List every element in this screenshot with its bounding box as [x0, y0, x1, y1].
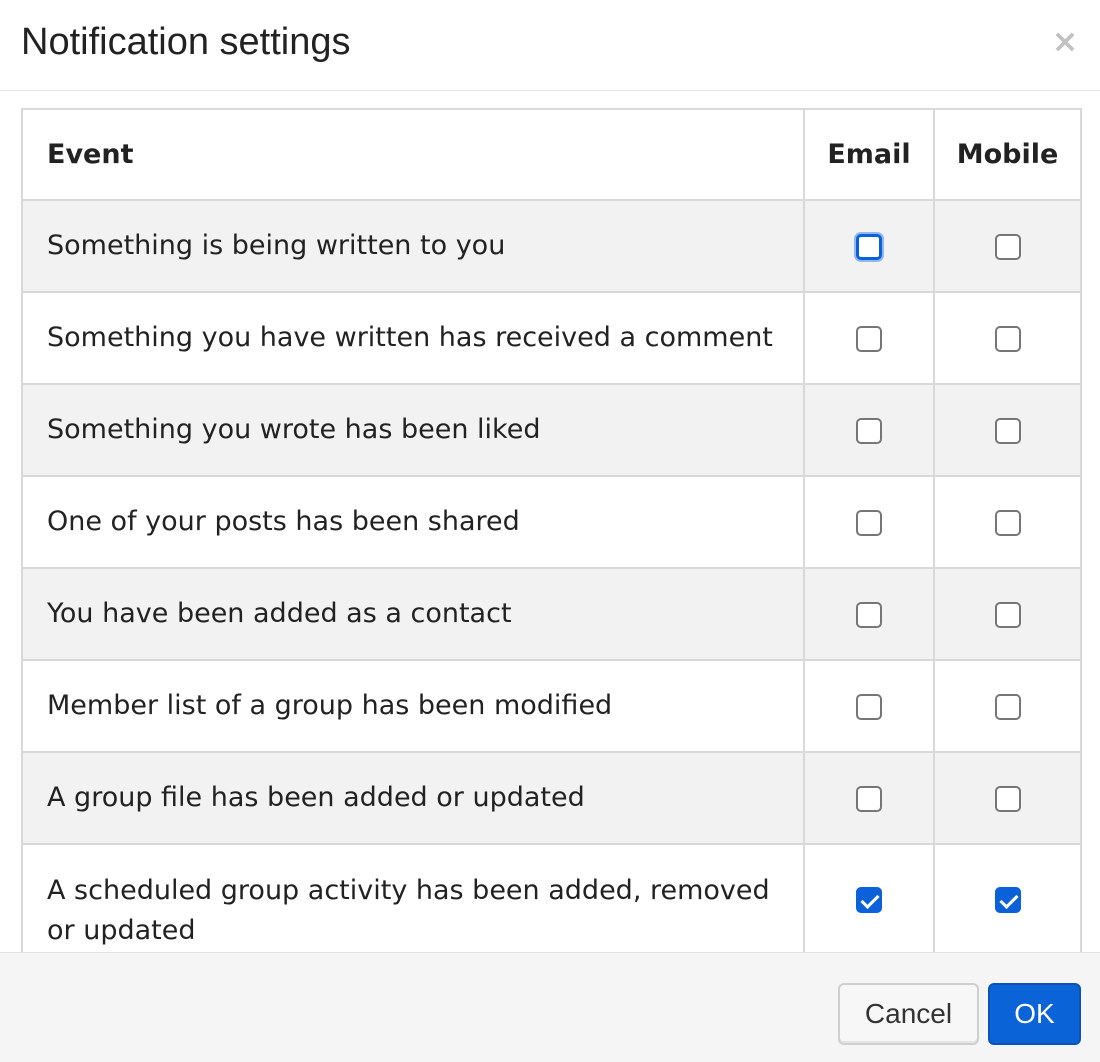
- email-checkbox[interactable]: [856, 602, 882, 628]
- table-row: Something you have written has received …: [21, 291, 1082, 385]
- mobile-cell: [933, 291, 1082, 385]
- notification-table: Event Email Mobile Something is being wr…: [21, 108, 1082, 952]
- table-row: A scheduled group activity has been adde…: [21, 843, 1082, 952]
- dialog-body[interactable]: Event Email Mobile Something is being wr…: [0, 92, 1100, 952]
- event-label: Something you have written has received …: [21, 291, 805, 385]
- event-label: One of your posts has been shared: [21, 475, 805, 569]
- mobile-checkbox[interactable]: [994, 326, 1021, 352]
- mobile-checkbox[interactable]: [994, 510, 1021, 536]
- email-cell: [803, 659, 935, 753]
- table-row: Something you wrote has been liked: [21, 383, 1082, 477]
- notification-settings-dialog: Notification settings × Event Email Mobi…: [0, 0, 1100, 1062]
- mobile-cell: [933, 475, 1082, 569]
- mobile-cell: [933, 659, 1082, 753]
- table-header-row: Event Email Mobile: [21, 108, 1082, 201]
- mobile-cell: [933, 751, 1082, 845]
- table-row: A group file has been added or updated: [21, 751, 1082, 845]
- mobile-checkbox[interactable]: [994, 694, 1021, 720]
- mobile-checkbox[interactable]: [994, 602, 1021, 628]
- mobile-cell: [933, 843, 1082, 952]
- column-header-mobile: Mobile: [933, 108, 1082, 201]
- email-cell: [803, 475, 935, 569]
- event-label: Member list of a group has been modified: [21, 659, 805, 753]
- email-checkbox[interactable]: [856, 418, 882, 444]
- event-label: You have been added as a contact: [21, 567, 805, 661]
- table-row: One of your posts has been shared: [21, 475, 1082, 569]
- event-label: Something is being written to you: [21, 199, 805, 293]
- email-cell: [803, 567, 935, 661]
- email-checkbox[interactable]: [856, 510, 882, 536]
- table-row: Member list of a group has been modified: [21, 659, 1082, 753]
- email-checkbox[interactable]: [856, 886, 882, 913]
- table-row: You have been added as a contact: [21, 567, 1082, 661]
- table-row: Something is being written to you: [21, 199, 1082, 293]
- email-checkbox[interactable]: [856, 234, 882, 260]
- cancel-button[interactable]: Cancel: [838, 983, 979, 1045]
- email-cell: [803, 199, 935, 293]
- dialog-header: Notification settings ×: [0, 0, 1100, 91]
- email-checkbox[interactable]: [856, 326, 882, 352]
- email-cell: [803, 751, 935, 845]
- dialog-footer: Cancel OK: [0, 952, 1100, 1062]
- event-label: Something you wrote has been liked: [21, 383, 805, 477]
- mobile-cell: [933, 199, 1082, 293]
- mobile-cell: [933, 567, 1082, 661]
- event-label: A group file has been added or updated: [21, 751, 805, 845]
- column-header-email: Email: [803, 108, 935, 201]
- mobile-checkbox[interactable]: [994, 786, 1021, 812]
- mobile-checkbox[interactable]: [994, 234, 1021, 260]
- close-icon[interactable]: ×: [1050, 22, 1080, 60]
- column-header-event: Event: [21, 108, 805, 201]
- mobile-checkbox[interactable]: [994, 886, 1021, 913]
- email-cell: [803, 843, 935, 952]
- ok-button[interactable]: OK: [988, 983, 1081, 1045]
- mobile-checkbox[interactable]: [994, 418, 1021, 444]
- dialog-title: Notification settings: [21, 21, 351, 63]
- mobile-cell: [933, 383, 1082, 477]
- event-label: A scheduled group activity has been adde…: [21, 843, 805, 952]
- email-cell: [803, 383, 935, 477]
- email-cell: [803, 291, 935, 385]
- email-checkbox[interactable]: [856, 694, 882, 720]
- email-checkbox[interactable]: [856, 786, 882, 812]
